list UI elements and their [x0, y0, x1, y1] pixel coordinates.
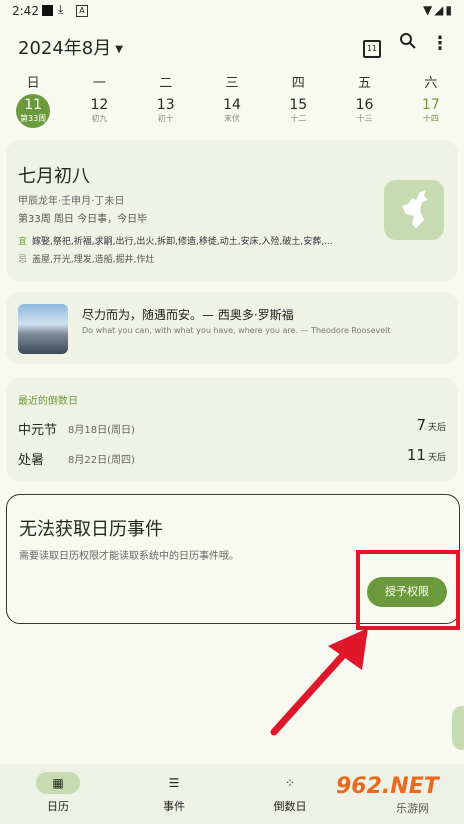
- week-info-text: 第33周 周日 今日事，今日毕: [18, 214, 148, 225]
- more-vert-icon: ⋮: [431, 33, 449, 54]
- day-lunar: 初十: [157, 114, 174, 123]
- countdown-row[interactable]: 处暑 8月22日(周四) 11 天后: [18, 446, 446, 468]
- yi-row: 宜嫁娶,祭祀,祈福,求嗣,出行,出火,拆卸,修造,移徙,动土,安床,入殓,破土,…: [18, 234, 378, 247]
- day-cell[interactable]: 14 末伏: [199, 96, 265, 132]
- watermark-brand: 962.NET: [336, 774, 439, 799]
- day-cell[interactable]: 15 十二: [265, 96, 331, 132]
- watermark-logo: 962.NET 乐游网: [330, 770, 460, 820]
- ji-label: 忌: [18, 255, 28, 265]
- day-number: 13: [156, 97, 175, 113]
- permission-title: 无法获取日历事件: [19, 519, 163, 540]
- countdown-date: 8月18日(周日): [68, 425, 135, 436]
- countdown-name: 处暑: [18, 453, 45, 468]
- day-cell[interactable]: 12 初九: [66, 96, 132, 132]
- yi-text: 嫁娶,祭祀,祈福,求嗣,出行,出火,拆卸,修造,移徙,动土,安床,入殓,破土,安…: [32, 237, 333, 247]
- day-lunar: 第33周: [20, 114, 47, 123]
- daily-quote-card[interactable]: 尽力而为，随遇而安。— 西奥多·罗斯福 Do what you can, wit…: [6, 292, 458, 364]
- countdown-unit: 天后: [427, 423, 446, 433]
- countdown-icon: ⁘: [284, 776, 296, 790]
- nav-countdown-label: 倒数日: [273, 800, 307, 813]
- events-list-icon: ☰: [168, 776, 180, 790]
- today-button[interactable]: 11: [360, 32, 384, 58]
- countdown-days: 7 天后: [416, 416, 446, 434]
- countdown-days-value: 11: [406, 446, 426, 464]
- countdown-date: 8月22日(周四): [68, 455, 135, 466]
- highlight-annotation: [356, 550, 460, 630]
- yi-label: 宜: [18, 237, 28, 247]
- ji-row: 忌盖屋,开光,理发,造船,掘井,作灶: [18, 252, 154, 265]
- weekday-label: 二: [159, 76, 173, 91]
- calendar-icon: 11: [363, 40, 381, 58]
- day-number: 15: [289, 97, 308, 113]
- nav-events[interactable]: ☰ 事件: [134, 772, 214, 814]
- nav-events-label: 事件: [163, 800, 185, 813]
- weekday-label: 五: [358, 76, 372, 91]
- day-number: 16: [355, 97, 374, 113]
- weekday-label: 日: [26, 76, 40, 91]
- countdown-row[interactable]: 中元节 8月18日(周日) 7 天后: [18, 416, 446, 438]
- day-number: 14: [223, 97, 241, 113]
- calendar-icon: ▦: [36, 772, 80, 794]
- search-icon: [400, 33, 416, 49]
- nav-countdown[interactable]: ⁘ 倒数日: [250, 772, 330, 814]
- nav-calendar-label: 日历: [47, 800, 69, 813]
- month-selector[interactable]: 2024年8月 ▼: [18, 34, 123, 60]
- app-bar: 2024年8月 ▼ 11 ⋮: [0, 28, 464, 62]
- day-lunar: 初九: [91, 114, 108, 123]
- countdown-name: 中元节: [18, 423, 58, 438]
- quote-image: [18, 304, 68, 354]
- day-cell[interactable]: 16 十三: [331, 96, 397, 132]
- system-icons: ▼◢▮: [422, 3, 454, 17]
- day-lunar: 十二: [290, 114, 307, 123]
- nav-calendar[interactable]: ▦ 日历: [18, 772, 98, 814]
- day-cell[interactable]: 13 初十: [133, 96, 199, 132]
- countdown-unit: 天后: [427, 453, 446, 463]
- watermark-subtitle: 乐游网: [396, 802, 429, 815]
- quote-chinese: 尽力而为，随遇而安。— 西奥多·罗斯福: [82, 308, 294, 322]
- day-cell-today[interactable]: 11 第33周: [0, 94, 66, 132]
- permission-description: 需要读取日历权限才能读取系统中的日历事件哦。: [19, 551, 239, 562]
- more-menu-button[interactable]: ⋮: [428, 32, 452, 56]
- app-notification-icon: A: [76, 5, 88, 17]
- day-lunar: 末伏: [223, 114, 240, 123]
- status-bar: 2:42 ⤓ A ▼◢▮: [0, 0, 464, 22]
- day-lunar: 十四: [422, 114, 439, 123]
- day-number: 11: [24, 97, 43, 113]
- lunar-info-card[interactable]: 七月初八 甲辰龙年·壬申月·丁未日 第33周 周日 今日事，今日毕 宜嫁娶,祭祀…: [6, 140, 458, 282]
- weekday-label: 六: [424, 76, 438, 91]
- week-strip: 11 第33周 12 初九 13 初十 14 末伏 15 十二 16 十三 17…: [0, 94, 464, 132]
- floating-action-button[interactable]: [452, 706, 464, 750]
- notification-icon: [42, 5, 53, 16]
- countdown-header: 最近的倒数日: [18, 396, 78, 407]
- day-number: 12: [90, 97, 109, 113]
- day-cell[interactable]: 17 十四: [398, 96, 464, 132]
- day-lunar: 十三: [356, 114, 373, 123]
- lunar-date-title: 七月初八: [18, 166, 90, 187]
- search-button[interactable]: [396, 32, 420, 56]
- day-number: 17: [421, 97, 440, 113]
- ji-text: 盖屋,开光,理发,造船,掘井,作灶: [32, 255, 155, 265]
- countdown-card[interactable]: 最近的倒数日 中元节 8月18日(周日) 7 天后 处暑 8月22日(周四) 11…: [6, 378, 458, 482]
- ganzhi-text: 甲辰龙年·壬申月·丁未日: [18, 196, 125, 207]
- download-icon: ⤓: [58, 2, 64, 16]
- arrow-annotation: [270, 628, 368, 736]
- weekday-label: 一: [92, 76, 106, 91]
- chevron-down-icon: ▼: [115, 43, 123, 55]
- month-label: 2024年8月: [18, 38, 112, 59]
- quote-english: Do what you can, with what you have, whe…: [82, 326, 391, 335]
- weekday-header: 日 一 二 三 四 五 六: [0, 72, 464, 91]
- weekday-label: 三: [225, 76, 239, 91]
- zodiac-dragon-icon: [384, 180, 444, 240]
- countdown-days: 11 天后: [407, 446, 446, 464]
- weekday-label: 四: [291, 76, 305, 91]
- status-time: 2:42: [12, 4, 39, 18]
- countdown-days-value: 7: [416, 416, 426, 434]
